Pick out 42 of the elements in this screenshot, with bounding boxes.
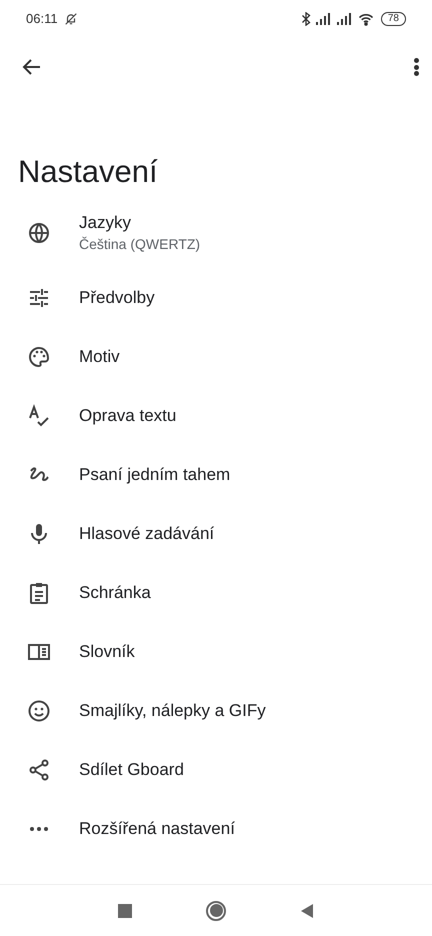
recents-button[interactable] <box>118 904 132 918</box>
item-label: Jazyky <box>79 212 132 234</box>
settings-item[interactable]: Schránka <box>0 563 432 622</box>
item-label: Předvolby <box>79 286 155 308</box>
signal-icon <box>316 13 332 25</box>
item-label: Psaní jedním tahem <box>79 464 230 486</box>
item-subtitle: Čeština (QWERTZ) <box>79 234 200 254</box>
item-label: Motiv <box>79 346 120 368</box>
settings-item[interactable]: Hlasové zadávání <box>0 504 432 563</box>
bell-off-icon <box>64 12 78 26</box>
clock-time: 06:11 <box>26 10 58 28</box>
settings-item[interactable]: Rozšířená nastavení <box>0 799 432 858</box>
item-label: Hlasové zadávání <box>79 522 214 544</box>
item-label: Smajlíky, nálepky a GIFy <box>79 700 266 722</box>
settings-item[interactable]: Slovník <box>0 622 432 681</box>
settings-item[interactable]: Předvolby <box>0 268 432 327</box>
settings-item[interactable]: Smajlíky, nálepky a GIFy <box>0 681 432 740</box>
battery-level: 78 <box>380 12 406 26</box>
ellipsis-icon <box>30 826 48 830</box>
bluetooth-icon <box>300 12 311 26</box>
item-label: Sdílet Gboard <box>79 758 184 780</box>
item-label: Schránka <box>79 582 151 604</box>
clipboard-icon <box>27 580 51 604</box>
share-icon <box>27 758 51 782</box>
globe-icon <box>27 220 51 244</box>
settings-item[interactable]: Psaní jedním tahem <box>0 445 432 504</box>
item-label: Slovník <box>79 640 135 662</box>
signal-icon <box>336 13 353 25</box>
settings-item[interactable]: Motiv <box>0 327 432 386</box>
settings-item[interactable]: Oprava textu <box>0 386 432 445</box>
wifi-icon <box>358 12 374 26</box>
smiley-icon <box>27 698 51 722</box>
settings-item[interactable]: Sdílet Gboard <box>0 740 432 799</box>
home-button[interactable] <box>206 900 226 920</box>
item-label: Rozšířená nastavení <box>79 818 235 840</box>
palette-icon <box>27 344 51 368</box>
spellcheck-icon <box>27 404 51 428</box>
back-nav-button[interactable] <box>300 902 314 918</box>
more-options-button[interactable] <box>412 56 420 78</box>
item-label: Oprava textu <box>79 404 176 426</box>
page-title: Nastavení <box>17 154 159 190</box>
settings-item[interactable]: Jazyky Čeština (QWERTZ) <box>0 197 432 268</box>
